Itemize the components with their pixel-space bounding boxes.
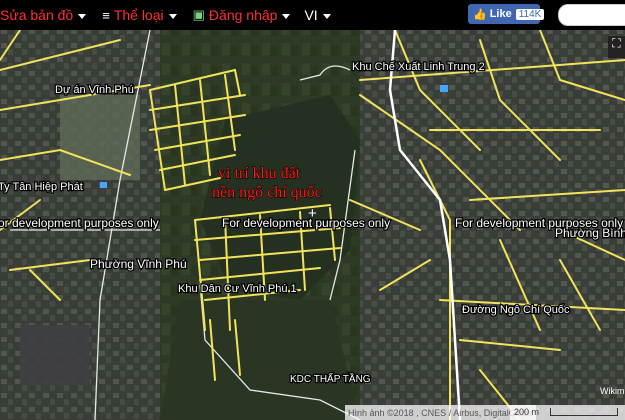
imagery-attribution: Hình ảnh ©2018 , CNES / Airbus, DigitalG… [345,405,536,420]
satellite-map[interactable]: Khu Chế Xuất Linh Trung 2 Dự án Vĩnh Phú… [0,0,625,420]
label-khu-che-xuat[interactable]: Khu Chế Xuất Linh Trung 2 [351,60,486,75]
label-duong-ngo-chi-quoc[interactable]: Đường Ngô Chí Quốc [461,303,572,318]
chevron-down-icon [282,13,291,19]
dev-watermark-left: or development purposes only [0,216,159,230]
dev-watermark-right: For development purposes only [455,216,623,230]
category-label[interactable]: Thể loại [114,7,164,23]
label-kdc-thap-tang[interactable]: KDC THẤP TẦNG [289,371,372,387]
label-tan-hiep-phat[interactable]: Ty Tân Hiệp Phát [0,180,84,195]
language-label[interactable]: VI [304,7,317,23]
wikimapia-logo[interactable]: Wikim [600,386,625,396]
thumbs-up-icon: 👍 [473,8,487,21]
label-phuong-vinh-phu[interactable]: Phường Vĩnh Phú [89,256,188,273]
gray-lot [20,325,90,385]
annotation-line2: nền ngô chí quốc [212,184,322,201]
label-khu-dan-cu[interactable]: Khu Dân Cư Vĩnh Phú 1 [177,282,298,297]
edit-map-label[interactable]: Sửa bản đồ [0,7,73,23]
search-input[interactable] [558,4,625,26]
login-icon: ▣ [192,7,205,22]
label-du-an-vinh-phu[interactable]: Dự án Vĩnh Phú [54,83,135,98]
list-icon: ≡ [102,7,110,23]
chevron-down-icon [78,13,87,19]
scale-label: 200 m [514,407,540,417]
edit-map-menu[interactable]: Sửa bản đồ [0,0,87,30]
facebook-like-button[interactable]: 👍 Like 114K [468,4,545,24]
building-marker-icon[interactable] [100,182,107,188]
like-count: 114K [515,8,545,20]
chevron-down-icon [322,13,331,19]
scale-bar: 200 m [510,405,625,420]
annotation-line1: vị trí khu đất [218,165,301,182]
login-menu[interactable]: ▣ Đăng nhập [193,0,291,30]
chevron-down-icon [168,13,177,19]
like-label: Like [489,8,512,20]
building-marker-icon[interactable] [440,85,448,92]
category-menu[interactable]: ≡ Thể loại [102,0,177,30]
language-selector[interactable]: VI [304,7,331,23]
dev-watermark-center: For development purposes only [222,216,390,230]
south-fields [160,300,360,420]
scale-ruler [550,408,618,416]
fullscreen-toggle-icon[interactable]: ⛶ [608,36,625,58]
location-marker-icon[interactable]: + [308,205,317,222]
login-label[interactable]: Đăng nhập [209,7,278,23]
